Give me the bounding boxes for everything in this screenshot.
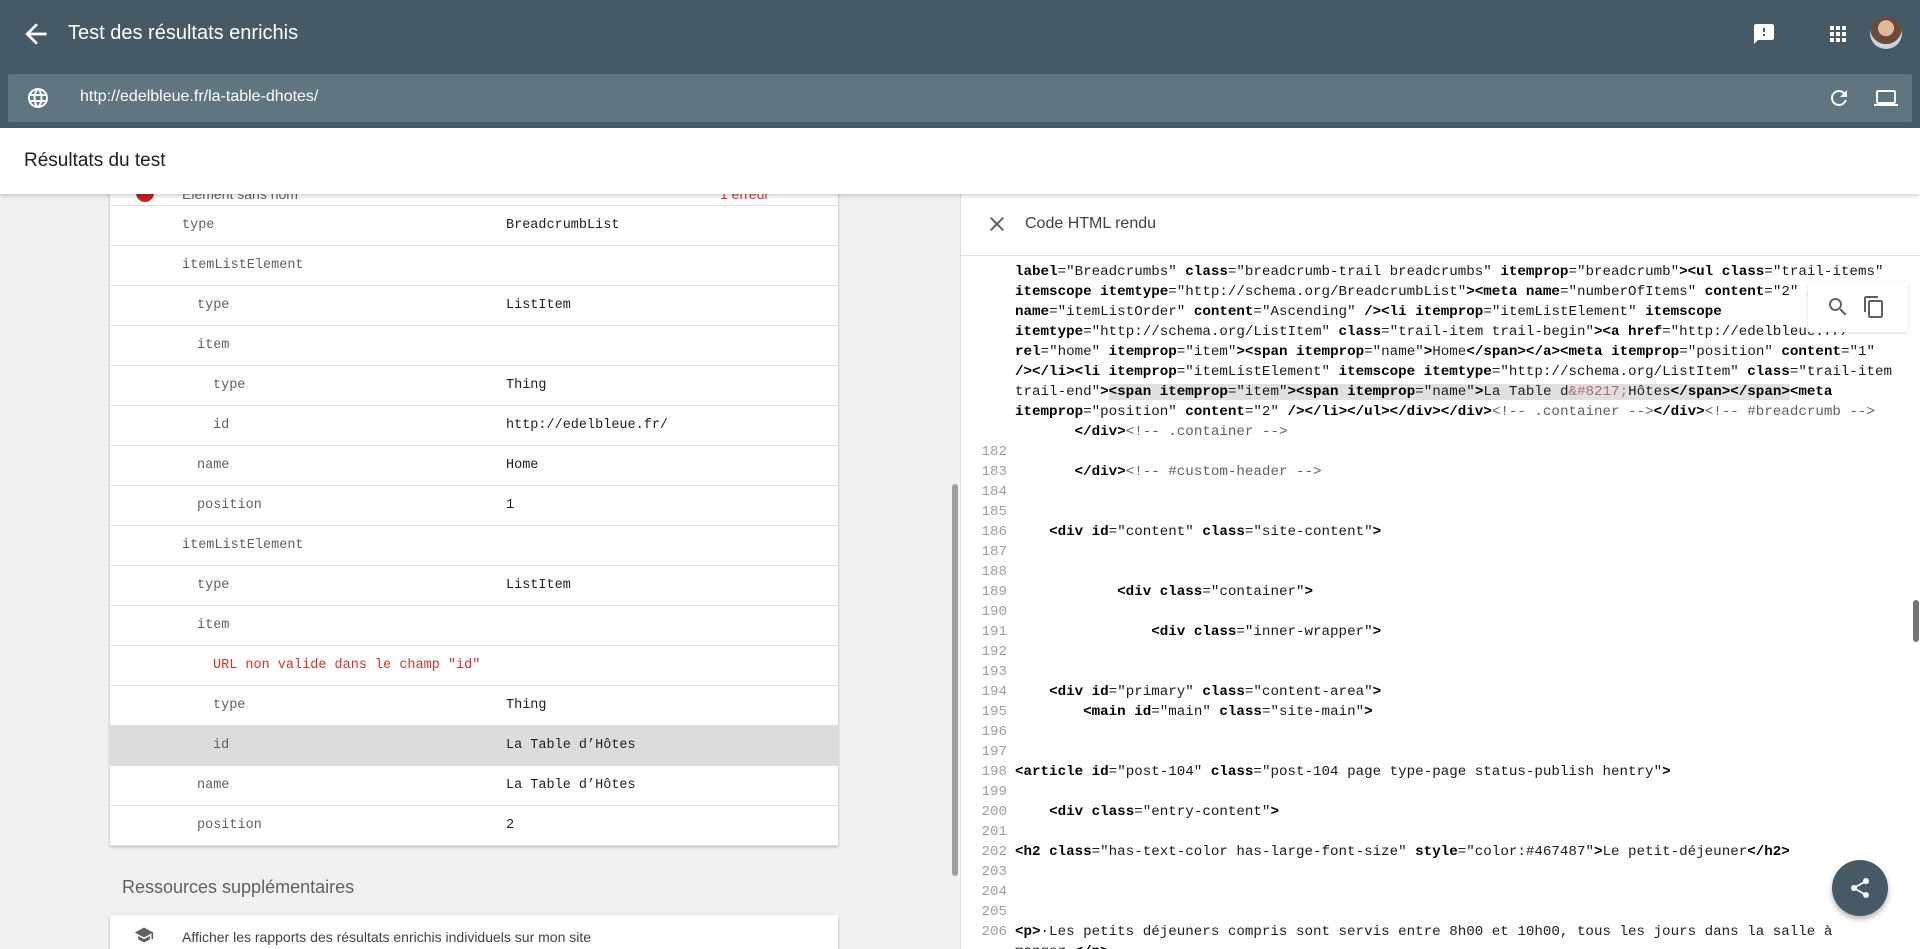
property-key: itemListElement <box>182 258 304 273</box>
globe-icon <box>28 88 48 108</box>
school-icon <box>134 927 154 943</box>
error-message: URL non valide dans le champ "id" <box>213 658 481 673</box>
property-value: La Table d’Hôtes <box>506 778 636 793</box>
property-row: position 1 <box>110 486 838 526</box>
property-row: name Home <box>110 446 838 486</box>
error-row[interactable]: URL non valide dans le champ "id" <box>110 646 838 686</box>
property-key: type <box>213 378 246 393</box>
property-value: BreadcrumbList <box>506 218 620 233</box>
property-key: name <box>197 458 230 473</box>
property-key: type <box>182 218 215 233</box>
property-key: position <box>197 818 262 833</box>
arrow-back-icon <box>25 23 47 45</box>
property-row: type BreadcrumbList <box>110 206 838 246</box>
structured-data-card: Élément sans nom 1 erreur ⌃ type Breadcr… <box>110 194 838 846</box>
property-value: http://edelbleue.fr/ <box>506 418 669 433</box>
chevron-up-icon[interactable]: ⌃ <box>800 194 812 203</box>
property-row: itemListElement <box>110 246 838 286</box>
resources-link-card[interactable]: Afficher les rapports des résultats enri… <box>110 915 838 949</box>
code-scrollbar[interactable] <box>1912 256 1920 949</box>
property-key: id <box>213 738 230 753</box>
feedback-button[interactable] <box>1748 18 1780 50</box>
property-key: item <box>197 618 230 633</box>
property-key: position <box>197 498 262 513</box>
property-row: position 2 <box>110 806 838 846</box>
url-bar: http://edelbleue.fr/la-table-dhotes/ <box>8 74 1912 122</box>
property-key: itemListElement <box>182 538 304 553</box>
share-icon <box>1851 878 1869 898</box>
property-value: ListItem <box>506 578 571 593</box>
property-value: 1 <box>506 498 515 513</box>
share-button[interactable] <box>1832 860 1888 916</box>
property-value: Thing <box>506 698 547 713</box>
app-bar: Test des résultats enrichis http://edelb… <box>0 0 1920 128</box>
property-key: item <box>197 338 230 353</box>
property-row: type Thing <box>110 686 838 726</box>
property-key: id <box>213 418 230 433</box>
property-row: type Thing <box>110 366 838 406</box>
code-panel-title: Code HTML rendu <box>1025 215 1157 232</box>
back-button[interactable] <box>20 18 52 50</box>
item-header[interactable]: Élément sans nom 1 erreur ⌃ <box>110 194 838 206</box>
results-title: Résultats du test <box>24 150 166 171</box>
resources-title: Ressources supplémentaires <box>122 877 355 897</box>
property-value: 2 <box>506 818 515 833</box>
property-key: type <box>213 698 246 713</box>
resources-link-text: Afficher les rapports des résultats enri… <box>182 929 592 945</box>
code-panel: Code HTML rendu label="Breadcrumbs" clas… <box>961 194 1920 949</box>
results-panel: Élément sans nom 1 erreur ⌃ type Breadcr… <box>0 194 950 949</box>
property-row: item <box>110 606 838 646</box>
app-title: Test des résultats enrichis <box>68 22 299 44</box>
property-row-selected[interactable]: id La Table d’Hôtes <box>110 726 838 766</box>
feedback-icon <box>1754 24 1774 44</box>
item-name: Élément sans nom <box>182 194 298 202</box>
avatar[interactable] <box>1870 17 1902 49</box>
property-key: type <box>197 578 230 593</box>
property-value: Home <box>506 458 539 473</box>
apps-button[interactable] <box>1822 18 1854 50</box>
property-row: name La Table d’Hôtes <box>110 766 838 806</box>
code-scrollbar-thumb[interactable] <box>1913 600 1919 642</box>
error-count: 1 erreur <box>720 194 770 202</box>
app-bar-top-row: Test des résultats enrichis <box>0 0 1920 68</box>
url-text[interactable]: http://edelbleue.fr/la-table-dhotes/ <box>80 88 318 106</box>
laptop-icon[interactable] <box>1874 86 1898 110</box>
refresh-icon[interactable] <box>1827 86 1851 110</box>
apps-grid-icon <box>1830 26 1846 42</box>
property-row: id http://edelbleue.fr/ <box>110 406 838 446</box>
error-icon <box>136 194 154 202</box>
code-viewer[interactable]: label="Breadcrumbs" class="breadcrumb-tr… <box>961 256 1920 949</box>
panel-splitter[interactable] <box>949 194 961 949</box>
left-scrollbar-thumb[interactable] <box>952 484 958 876</box>
property-row: type ListItem <box>110 566 838 606</box>
property-row: itemListElement <box>110 526 838 566</box>
property-key: name <box>197 778 230 793</box>
property-key: type <box>197 298 230 313</box>
property-row: item <box>110 326 838 366</box>
copy-icon[interactable] <box>1862 295 1886 319</box>
property-value: Thing <box>506 378 547 393</box>
property-row: type ListItem <box>110 286 838 326</box>
code-toolbar <box>1808 282 1908 332</box>
search-icon[interactable] <box>1826 295 1850 319</box>
results-header: Résultats du test <box>0 128 1920 194</box>
code-panel-header: Code HTML rendu <box>961 194 1920 256</box>
property-value: La Table d’Hôtes <box>506 738 636 753</box>
close-icon[interactable] <box>985 212 1009 236</box>
property-value: ListItem <box>506 298 571 313</box>
